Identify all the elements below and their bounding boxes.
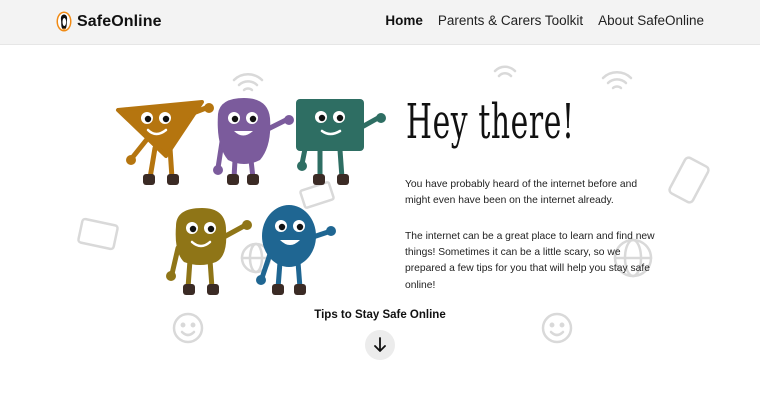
nav-about-safeonline[interactable]: About SafeOnline (598, 13, 704, 28)
character-purple (213, 98, 294, 185)
wifi-icon (601, 71, 633, 90)
character-orange (116, 100, 214, 185)
tips-heading: Tips to Stay Safe Online (314, 309, 446, 321)
phone-icon (668, 156, 710, 204)
character-mustard (166, 208, 252, 295)
intro-paragraph: You have probably heard of the internet … (405, 179, 638, 207)
site-header: SafeOnline Home Parents & Carers Toolkit… (0, 0, 760, 45)
penguin-icon (56, 11, 72, 32)
main-nav: Home Parents & Carers Toolkit About Safe… (385, 13, 704, 28)
intro-paragraph: The internet can be a great place to lea… (405, 231, 655, 291)
arrow-down-icon (374, 337, 386, 352)
nav-home[interactable]: Home (385, 13, 423, 28)
page-title: Hey there! (406, 94, 575, 150)
characters-illustration (116, 98, 386, 295)
character-blue (256, 205, 336, 295)
wifi-icon (493, 65, 517, 78)
logo[interactable]: SafeOnline (56, 11, 162, 32)
logo-text: SafeOnline (77, 12, 162, 30)
character-teal (296, 99, 386, 185)
wifi-icon (232, 73, 264, 92)
nav-parents-carers-toolkit[interactable]: Parents & Carers Toolkit (438, 13, 583, 28)
scroll-down-button[interactable] (365, 330, 395, 360)
